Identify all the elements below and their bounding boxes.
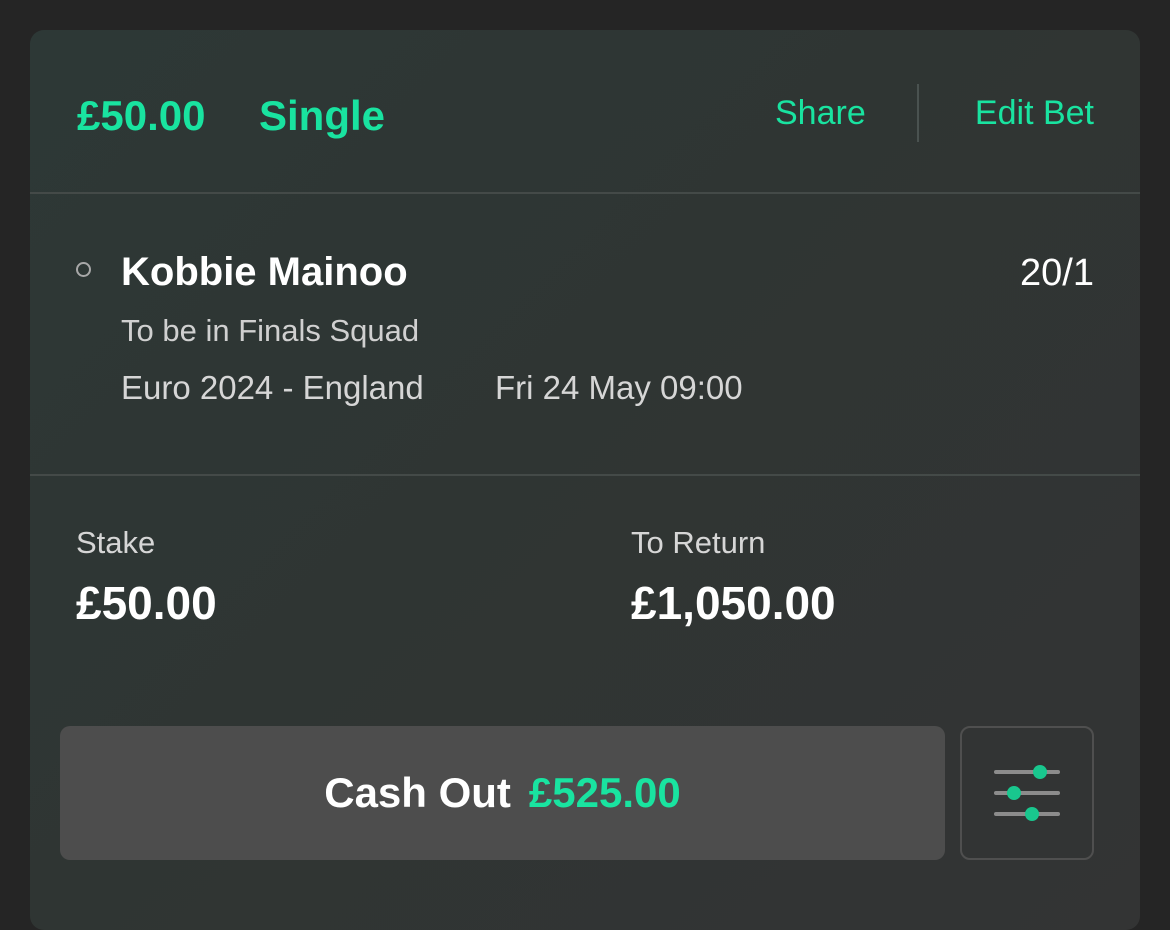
event-name: Euro 2024 - England — [121, 369, 424, 406]
event-date: Fri 24 May 09:00 — [495, 369, 743, 406]
sliders-icon — [994, 765, 1060, 821]
divider — [30, 474, 1140, 476]
status-circle-icon — [76, 262, 91, 277]
selection-odds: 20/1 — [1020, 252, 1094, 294]
divider — [30, 192, 1140, 194]
cash-out-value: £525.00 — [528, 769, 681, 816]
bet-card: £50.00 Single Share Edit Bet Kobbie Main… — [30, 30, 1140, 930]
bet-type: Single — [259, 92, 386, 139]
cash-out-label: Cash Out — [324, 769, 511, 816]
stake-label: Stake — [76, 525, 156, 560]
selection-name: Kobbie Mainoo — [121, 250, 408, 294]
cash-out-button[interactable]: Cash Out £525.00 — [60, 726, 945, 860]
header-separator — [917, 84, 919, 142]
bet-amount: £50.00 — [77, 92, 206, 139]
market-name: To be in Finals Squad — [121, 313, 420, 348]
return-value: £1,050.00 — [631, 577, 836, 629]
return-label: To Return — [631, 525, 766, 560]
cash-out-settings-button[interactable] — [960, 726, 1094, 860]
share-button[interactable]: Share — [775, 92, 866, 134]
edit-bet-button[interactable]: Edit Bet — [975, 92, 1094, 134]
bet-header: £50.00 Single Share Edit Bet — [30, 30, 1140, 192]
stake-value: £50.00 — [76, 577, 217, 629]
